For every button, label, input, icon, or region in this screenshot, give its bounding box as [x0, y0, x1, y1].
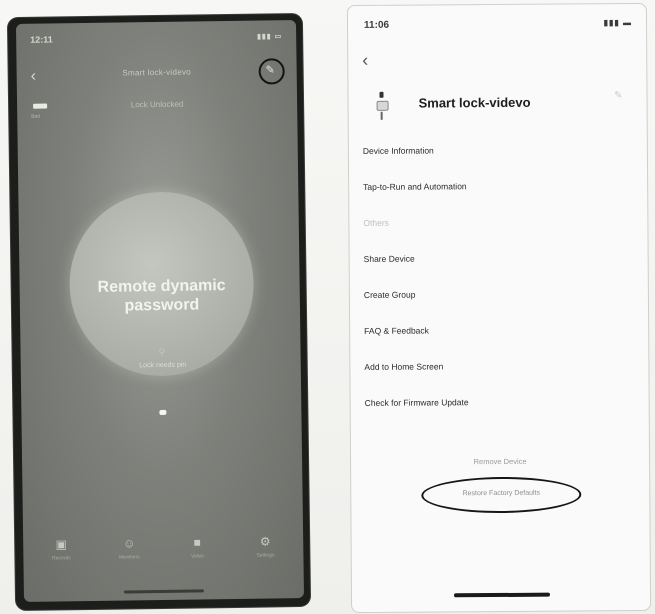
tab-label: Records: [52, 555, 71, 562]
smart-lock-icon: [376, 91, 389, 122]
tab-label: Video: [191, 553, 204, 560]
lock-status-text: Lock Unlocked: [130, 99, 184, 110]
settings-menu: Device Information Tap-to-Run and Automa…: [363, 136, 633, 407]
menu-item-tap-to-run[interactable]: Tap-to-Run and Automation: [363, 180, 633, 192]
remote-password-button[interactable]: Remote dynamic password ⚲ Lock needs pin: [68, 190, 255, 378]
tab-label: Members: [118, 554, 140, 561]
home-indicator: [123, 589, 204, 594]
remove-device-button[interactable]: Remove Device: [351, 456, 649, 467]
tab-settings[interactable]: ⚙ Settings: [241, 534, 289, 559]
device-title: Smart lock-videvo: [418, 94, 531, 111]
lock-icon: ▣: [55, 537, 68, 552]
menu-item-add-to-home[interactable]: Add to Home Screen: [364, 360, 634, 372]
tab-video[interactable]: ■ Video: [173, 535, 221, 560]
menu-item-device-information[interactable]: Device Information: [363, 144, 633, 155]
battery-label: Batt: [31, 113, 41, 120]
menu-section-others: Others: [363, 217, 389, 228]
status-time: 12:11: [30, 34, 53, 45]
status-bar: 12:11 ▮▮▮ ▭: [30, 30, 282, 46]
password-title: Remote dynamic password: [97, 277, 226, 315]
tab-members[interactable]: ☺ Members: [105, 536, 153, 561]
camera-icon: ■: [193, 535, 201, 550]
home-indicator: [453, 592, 551, 598]
back-icon[interactable]: ‹: [362, 50, 368, 71]
restore-factory-button[interactable]: Restore Factory Defaults: [421, 476, 582, 514]
phone-settings-screen: 11:06 ▮▮▮ ▬ ‹ Smart lock-videvo ✎ Device…: [346, 2, 652, 614]
status-time: 11:06: [363, 19, 390, 31]
pencil-icon: ✎: [265, 64, 275, 77]
restore-factory-label: Restore Factory Defaults: [462, 489, 541, 498]
lock-control-screen: 12:11 ▮▮▮ ▭ ‹ Smart lock-videvo ✎ Batt L…: [15, 20, 305, 602]
back-icon[interactable]: ‹: [31, 68, 37, 86]
page-title: Smart lock-videvo: [122, 67, 192, 78]
settings-icon: ⚙: [259, 534, 271, 549]
page-indicator: [159, 409, 167, 416]
tab-bar: ▣ Records ☺ Members ■ Video ⚙ Settings: [37, 534, 289, 562]
menu-item-firmware-update[interactable]: Check for Firmware Update: [365, 396, 635, 408]
menu-item-share-device[interactable]: Share Device: [364, 252, 634, 264]
key-icon: ⚲: [158, 346, 166, 358]
menu-item-faq-feedback[interactable]: FAQ & Feedback: [364, 324, 634, 335]
status-bar: 11:06 ▮▮▮ ▬: [364, 18, 632, 31]
battery-icon: [33, 103, 48, 109]
signal-battery-icon: ▮▮▮ ▭: [256, 33, 283, 41]
menu-item-create-group[interactable]: Create Group: [364, 288, 634, 300]
edit-name-icon[interactable]: ✎: [614, 90, 622, 101]
tab-label: Settings: [256, 552, 275, 559]
signal-battery-icon: ▮▮▮ ▬: [603, 18, 633, 28]
edit-button[interactable]: ✎: [258, 58, 285, 85]
phone-lock-screen: 12:11 ▮▮▮ ▭ ‹ Smart lock-videvo ✎ Batt L…: [7, 13, 311, 611]
tab-records[interactable]: ▣ Records: [37, 537, 85, 562]
user-icon: ☺: [122, 536, 136, 551]
password-subtitle: Lock needs pin: [139, 361, 187, 370]
